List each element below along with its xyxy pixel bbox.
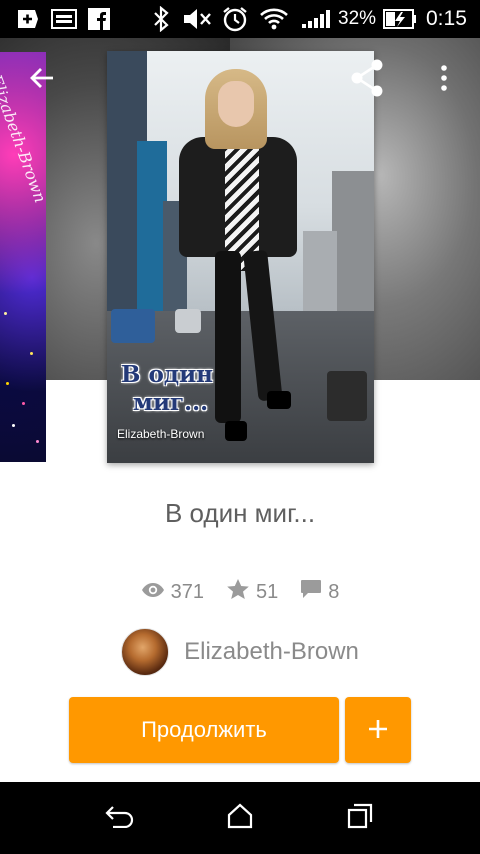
battery-charging-icon xyxy=(382,0,418,38)
bluetooth-icon xyxy=(148,0,174,38)
nav-home-icon xyxy=(227,803,253,834)
votes-count: 51 xyxy=(256,580,279,603)
wifi-icon xyxy=(258,0,290,38)
signal-icon xyxy=(298,0,334,38)
comment-icon xyxy=(300,579,322,605)
alarm-icon xyxy=(220,0,250,38)
nav-recents-icon xyxy=(347,803,373,834)
back-button[interactable] xyxy=(18,56,66,104)
nav-recents-button[interactable] xyxy=(315,782,405,854)
previous-story-cover[interactable]: Elizabeth-Brown xyxy=(0,52,46,462)
continue-reading-button[interactable]: Продолжить xyxy=(69,697,339,763)
share-button[interactable] xyxy=(343,56,391,104)
nav-home-button[interactable] xyxy=(195,782,285,854)
nav-back-icon xyxy=(105,804,135,833)
share-icon xyxy=(349,59,385,102)
add-to-library-button[interactable] xyxy=(345,697,411,763)
sparkle xyxy=(6,382,9,385)
comments-count: 8 xyxy=(328,580,340,603)
mute-icon xyxy=(180,0,214,38)
more-vertical-icon xyxy=(440,64,448,96)
cover-author: Elizabeth-Brown xyxy=(117,427,205,441)
status-bar: 32% 0:15 xyxy=(0,0,480,38)
plus-box-icon xyxy=(14,0,42,38)
votes-stat: 51 xyxy=(226,578,278,606)
cover-title-line2: миг... xyxy=(133,389,209,416)
star-icon xyxy=(226,578,250,606)
more-options-button[interactable] xyxy=(420,56,468,104)
avatar[interactable] xyxy=(121,628,170,676)
nav-back-button[interactable] xyxy=(75,782,165,854)
story-title: В один миг... xyxy=(164,498,316,528)
plus-icon xyxy=(367,718,389,743)
cover-car xyxy=(175,309,201,333)
sparkle xyxy=(12,424,15,427)
story-stats: 371 51 8 xyxy=(0,578,480,606)
cover-crowd xyxy=(327,371,367,421)
views-stat: 371 xyxy=(141,581,204,604)
cover-figure-shoe xyxy=(225,421,247,441)
eye-icon xyxy=(141,581,165,604)
cover-figure-face xyxy=(218,81,254,127)
status-time: 0:15 xyxy=(426,7,467,30)
views-count: 371 xyxy=(170,580,204,603)
sparkle xyxy=(36,440,39,443)
battery-percent: 32% xyxy=(338,8,377,29)
cover-car xyxy=(111,309,155,343)
cover-title: В один миг... xyxy=(121,361,281,417)
author-name[interactable]: Elizabeth-Brown xyxy=(184,638,359,666)
cover-title-line1: В один xyxy=(121,361,214,388)
sparkle xyxy=(4,312,7,315)
sparkle xyxy=(22,402,25,405)
arrow-left-icon xyxy=(29,66,55,95)
author-row[interactable]: Elizabeth-Brown xyxy=(0,628,480,676)
image-icon xyxy=(50,0,78,38)
system-nav-bar xyxy=(0,782,480,854)
facebook-icon xyxy=(86,0,112,38)
story-cover[interactable]: В один миг... Elizabeth-Brown xyxy=(107,51,374,463)
sparkle xyxy=(30,352,33,355)
comments-stat: 8 xyxy=(300,579,339,605)
